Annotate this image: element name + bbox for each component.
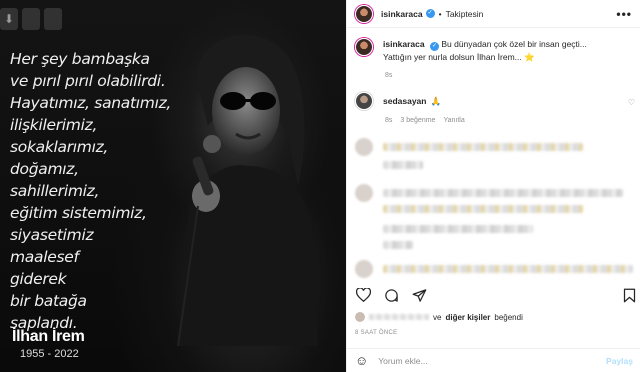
like-heart-icon[interactable] [355, 287, 371, 303]
bookmark-icon[interactable] [621, 287, 637, 303]
blurred-liker-name [369, 314, 429, 320]
caption-avatar[interactable] [355, 38, 373, 56]
blurred-comment [355, 184, 623, 202]
comment-meta: 8s 3 beğenme Yanıtla [385, 117, 465, 124]
file-icon [44, 8, 62, 30]
quote-line: eğitim sistemimiz, [10, 204, 147, 222]
blurred-comment [383, 222, 533, 236]
quote-line: sokaklarımız, [10, 138, 109, 156]
quote-line: maalesef [10, 248, 79, 266]
caption-line-2: Yattığın yer nurla dolsun İlhan İrem... … [383, 52, 535, 62]
caption-username[interactable]: isinkaraca [383, 39, 425, 49]
blurred-avatar [355, 184, 373, 202]
reply-button[interactable]: Yanıtla [443, 117, 464, 124]
signature-name: İlhan İrem [12, 328, 85, 345]
blurred-text [383, 205, 583, 213]
separator-dot: • [438, 8, 442, 19]
likes-connector: ve [433, 312, 442, 322]
blurred-comment [383, 202, 583, 216]
likes-others[interactable]: diğer kişiler [445, 313, 490, 322]
blurred-text [383, 265, 633, 273]
more-options-icon[interactable]: ••• [616, 7, 632, 21]
blurred-text [383, 189, 623, 197]
verified-badge-icon: ✓ [429, 42, 439, 51]
quote-line: bir batağa [10, 292, 87, 310]
quote-line: Hayatımız, sanatımız, [10, 94, 172, 112]
caption-line-1: Bu dünyadan çok özel bir insan geçti... [441, 39, 587, 49]
blurred-text [383, 241, 413, 249]
blurred-avatar [355, 138, 373, 156]
post-actions [355, 286, 637, 304]
overlay-icons: ⬇ [0, 8, 62, 30]
share-send-icon[interactable] [411, 287, 427, 303]
comment-like-icon[interactable]: ♡ [628, 98, 635, 107]
author-avatar[interactable] [355, 4, 373, 23]
post-media[interactable]: ⬇ Her şey bambaşka ve pırıl pırıl olabil… [0, 0, 346, 372]
quote-line: Her şey bambaşka [10, 50, 150, 68]
file-icon [22, 8, 40, 30]
comment-likes-count[interactable]: 3 beğenme [400, 117, 435, 124]
post-caption: isinkaraca ✓ Bu dünyadan çok özel bir in… [355, 38, 635, 79]
signature: İlhan İrem 1955 - 2022 [12, 328, 85, 360]
blurred-avatar [355, 260, 373, 278]
download-icon[interactable]: ⬇ [0, 8, 18, 30]
post-comment-button[interactable]: Paylaş [606, 356, 633, 366]
following-button[interactable]: Takiptesin [446, 9, 484, 19]
blurred-text [383, 225, 533, 233]
quote-line: sahillerimiz, [10, 182, 100, 200]
post-header: isinkaraca ✓ • Takiptesin ••• [347, 0, 640, 28]
comment-time: 8s [385, 117, 393, 124]
comment-text: 🙏 [430, 95, 442, 106]
quote-line: doğamız, [10, 160, 79, 178]
likes-summary[interactable]: ve diğer kişiler beğendi [355, 312, 523, 322]
emoji-icon[interactable]: ☺ [355, 353, 368, 368]
blurred-comment-meta [383, 238, 413, 252]
memorial-quote: Her şey bambaşka ve pırıl pırıl olabilir… [10, 48, 185, 334]
author-username[interactable]: isinkaraca [381, 9, 423, 19]
post-panel: isinkaraca ✓ • Takiptesin ••• isinkaraca… [346, 0, 640, 372]
quote-line: siyasetimiz [10, 226, 94, 244]
comment-row: sedasayan 🙏 ♡ [355, 92, 637, 110]
quote-line: giderek [10, 270, 67, 288]
blurred-comment [355, 260, 633, 278]
commenter-username[interactable]: sedasayan [383, 96, 426, 106]
quote-line: ilişkilerimiz, [10, 116, 98, 134]
likes-suffix: beğendi [494, 312, 523, 322]
blurred-comment-meta [383, 158, 423, 172]
comment-input[interactable]: Yorum ekle... [378, 356, 427, 366]
blurred-text [383, 143, 583, 151]
post-timestamp: 8 SAAT ÖNCE [355, 330, 398, 336]
caption-time: 8s [385, 72, 393, 79]
quote-line: ve pırıl pırıl olabilirdi. [10, 72, 166, 90]
blurred-comment [355, 138, 583, 156]
commenter-avatar[interactable] [355, 92, 373, 110]
comment-bubble-icon[interactable] [383, 287, 399, 303]
singer-photo [177, 34, 318, 346]
verified-badge-icon: ✓ [425, 9, 435, 18]
signature-years: 1955 - 2022 [20, 348, 79, 360]
blurred-text [383, 161, 423, 169]
comment-composer: ☺ Yorum ekle... Paylaş [347, 348, 640, 372]
liker-avatar [355, 312, 365, 322]
